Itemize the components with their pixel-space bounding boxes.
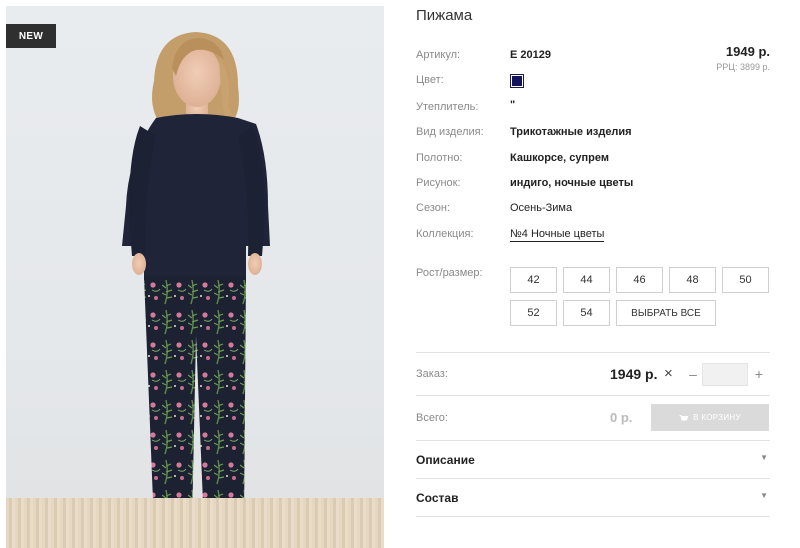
type-value: Трикотажные изделия [510,126,632,138]
total-value: 0 р. [610,410,633,425]
divider [416,395,770,396]
divider [416,440,770,441]
size-label: Рост/размер: [416,267,483,279]
article-label: Артикул: [416,49,461,61]
decrease-quantity-button[interactable]: – [686,363,700,385]
size-option[interactable]: 54 [563,300,610,326]
fabric-label: Полотно: [416,152,463,164]
type-label: Вид изделия: [416,126,484,138]
color-swatch-fill [512,76,522,86]
product-title: Пижама [416,7,473,24]
size-option[interactable]: 52 [510,300,557,326]
chevron-down-icon[interactable]: ▼ [760,453,768,462]
add-to-cart-label: В КОРЗИНУ [693,413,741,422]
cart-icon [679,414,689,420]
quantity-input[interactable] [702,363,748,386]
size-option[interactable]: 50 [722,267,769,293]
increase-quantity-button[interactable]: + [752,363,766,385]
total-label: Всего: [416,412,448,424]
size-option[interactable]: 44 [563,267,610,293]
season-value: Осень-Зима [510,202,573,214]
chevron-down-icon[interactable]: ▼ [760,491,768,500]
model-image [122,32,270,535]
new-badge: NEW [6,24,56,48]
collection-link[interactable]: №4 Ночные цветы [510,228,605,242]
fabric-value: Кашкорсе, супрем [510,152,609,164]
collection-label: Коллекция: [416,228,474,240]
size-option[interactable]: 42 [510,267,557,293]
times-icon: × [664,365,673,382]
insulation-label: Утеплитель: [416,101,479,113]
size-option[interactable]: 46 [616,267,663,293]
rrc-price: РРЦ: 3899 р. [716,62,770,72]
size-option[interactable]: 48 [669,267,716,293]
product-price: 1949 р. [725,44,770,59]
select-all-sizes-button[interactable]: ВЫБРАТЬ ВСЕ [616,300,716,326]
order-price: 1949 р. [610,366,658,382]
insulation-value: " [510,99,516,111]
season-label: Сезон: [416,202,450,214]
carpet [6,498,384,548]
pattern-value: индиго, ночные цветы [510,177,634,189]
composition-accordion[interactable]: Состав [416,491,458,505]
color-swatch[interactable] [510,74,524,88]
description-accordion[interactable]: Описание [416,453,475,467]
color-label: Цвет: [416,74,444,86]
add-to-cart-button[interactable]: В КОРЗИНУ [651,404,769,431]
product-photo[interactable]: NEW [6,6,384,548]
order-label: Заказ: [416,368,448,380]
divider [416,352,770,353]
pattern-label: Рисунок: [416,177,461,189]
divider [416,516,770,517]
article-value: E 20129 [510,49,551,61]
divider [416,478,770,479]
